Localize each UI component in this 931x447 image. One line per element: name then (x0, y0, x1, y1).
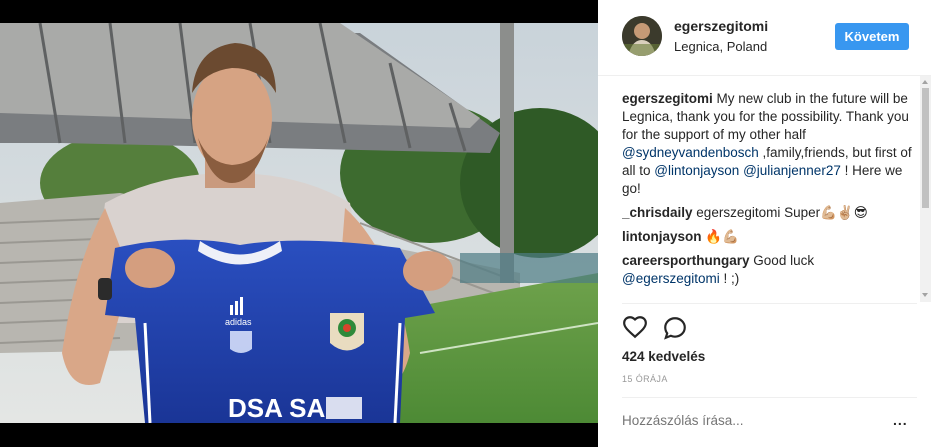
post-photo[interactable]: adidas DSA SA (0, 23, 598, 423)
comment-username[interactable]: lintonjayson (622, 229, 702, 244)
caption: egerszegitomi My new club in the future … (622, 90, 914, 198)
mention-link[interactable]: @sydneyvandenbosch (622, 145, 759, 160)
comment-username[interactable]: _chrisdaily (622, 205, 693, 220)
mention-link[interactable]: @egerszegitomi (622, 271, 720, 286)
comment-icon[interactable] (662, 315, 688, 341)
more-icon[interactable]: ... (893, 412, 908, 428)
post-timestamp[interactable]: 15 ÓRÁJA (622, 374, 668, 384)
list-item: lintonjayson 🔥💪🏼 (622, 228, 914, 246)
mention-link[interactable]: @lintonjayson (654, 163, 739, 178)
post-photo-area: adidas DSA SA (0, 0, 598, 447)
post-location[interactable]: Legnica, Poland (674, 39, 767, 54)
comment-text: ! ;) (719, 271, 740, 286)
avatar[interactable] (622, 16, 662, 56)
list-item: _chrisdaily egerszegitomi Super💪🏼✌🏼😎 (622, 204, 914, 222)
scroll-down-arrow-icon[interactable] (922, 293, 928, 297)
scrollbar-thumb[interactable] (922, 88, 929, 208)
divider (622, 397, 917, 398)
list-item: careersporthungary Good luck @egerszegit… (622, 252, 914, 288)
comment-input[interactable] (622, 413, 882, 428)
avatar-image (622, 16, 662, 56)
scroll-up-arrow-icon[interactable] (922, 80, 928, 84)
post-username[interactable]: egerszegitomi (674, 18, 768, 34)
mention-link[interactable]: @julianjenner27 (743, 163, 841, 178)
comments-list[interactable]: egerszegitomi My new club in the future … (622, 90, 914, 302)
divider (622, 303, 917, 304)
post-details-panel: egerszegitomi Legnica, Poland Követem eg… (598, 0, 931, 447)
like-count[interactable]: 424 kedvelés (622, 349, 705, 364)
jersey-sponsor: DSA SA (228, 393, 325, 423)
jersey-brand: adidas (225, 317, 252, 327)
heart-icon[interactable] (622, 314, 648, 340)
comment-username[interactable]: careersporthungary (622, 253, 750, 268)
comment-text: egerszegitomi Super💪🏼✌🏼😎 (692, 205, 868, 220)
comment-text: Good luck (749, 253, 815, 268)
photo-illustration: adidas DSA SA (0, 23, 598, 423)
comment-text: 🔥💪🏼 (701, 229, 739, 244)
follow-button[interactable]: Követem (835, 23, 909, 50)
caption-username[interactable]: egerszegitomi (622, 91, 713, 106)
post-header: egerszegitomi Legnica, Poland Követem (598, 0, 931, 76)
